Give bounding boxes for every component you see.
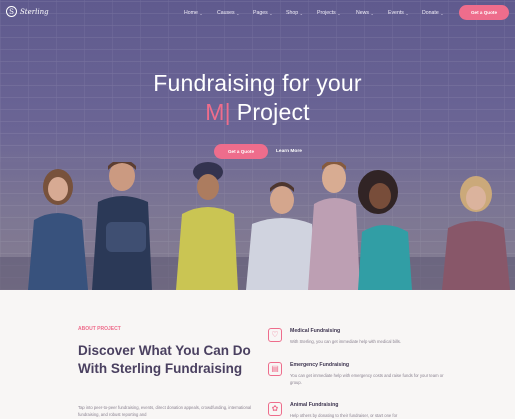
nav-label: Donate [422, 10, 439, 16]
nav-item-donate[interactable]: Donate ⌄ [422, 10, 456, 16]
nav-item-causes[interactable]: Causes ⌄ [217, 10, 253, 16]
section-heading: Discover What You Can Do With Sterling F… [78, 343, 251, 376]
chevron-down-icon: ⌄ [370, 10, 374, 16]
chevron-down-icon: ⌄ [440, 10, 444, 16]
feature-description: Help others by donating to their fundrai… [290, 413, 398, 418]
typed-text: M| [205, 99, 231, 126]
site-logo[interactable]: S Sterling [6, 6, 49, 17]
hero-group-photo [0, 162, 515, 290]
chevron-down-icon: ⌄ [269, 10, 273, 16]
feature-title[interactable]: Emergency Fundraising [290, 362, 349, 368]
nav-label: Shop [286, 10, 299, 16]
logo-icon: S [6, 6, 17, 17]
header-quote-button[interactable]: Get a Quote [459, 5, 509, 20]
nav-item-home[interactable]: Home ⌄ [184, 10, 217, 16]
feature-title[interactable]: Animal Fundraising [290, 402, 338, 408]
chevron-down-icon: ⌄ [337, 10, 341, 16]
typing-cursor: | [224, 99, 231, 125]
hero-title-line2: M| Project [0, 99, 515, 126]
nav-label: Home [184, 10, 198, 16]
nav-label: News [356, 10, 369, 16]
medical-icon: ♡ [268, 328, 282, 342]
chevron-down-icon: ⌄ [299, 10, 303, 16]
logo-text: Sterling [20, 7, 49, 16]
typed-letters: M [205, 99, 225, 125]
feature-description: With Sterling, you can get immediate hel… [290, 339, 402, 344]
chevron-down-icon: ⌄ [405, 10, 409, 16]
hero-title-word: Project [236, 99, 310, 125]
hero-title-line1: Fundraising for your [153, 70, 362, 96]
nav-item-pages[interactable]: Pages ⌄ [253, 10, 286, 16]
animal-icon: ✿ [268, 402, 282, 416]
chevron-down-icon: ⌄ [236, 10, 240, 16]
section-label: ABOUT PROJECT [78, 326, 121, 332]
emergency-icon: ▤ [268, 362, 282, 376]
nav-item-news[interactable]: News ⌄ [356, 10, 388, 16]
nav-item-shop[interactable]: Shop ⌄ [286, 10, 317, 16]
top-navigation-bar: S Sterling Home ⌄ Causes ⌄ Pages ⌄ Shop ⌄ Pr… [0, 0, 515, 26]
nav-label: Projects [317, 10, 336, 16]
main-nav: Home ⌄ Causes ⌄ Pages ⌄ Shop ⌄ Projects ⌄ New… [184, 10, 456, 16]
nav-label: Pages [253, 10, 268, 16]
nav-item-events[interactable]: Events ⌄ [388, 10, 422, 16]
chevron-down-icon: ⌄ [199, 10, 203, 16]
section-body: Tap into peer-to-peer fundraising, event… [78, 405, 252, 417]
about-section: ABOUT PROJECT Discover What You Can Do W… [0, 290, 515, 419]
learn-more-link[interactable]: Learn More [276, 149, 302, 154]
hero-section: S Sterling Home ⌄ Causes ⌄ Pages ⌄ Shop ⌄ Pr… [0, 0, 515, 290]
hero-quote-button[interactable]: Get a Quote [214, 144, 268, 159]
feature-title[interactable]: Medical Fundraising [290, 328, 340, 334]
nav-item-projects[interactable]: Projects ⌄ [317, 10, 356, 16]
nav-label: Causes [217, 10, 235, 16]
nav-label: Events [388, 10, 404, 16]
feature-description: You can get immediate help with emergenc… [290, 373, 444, 385]
